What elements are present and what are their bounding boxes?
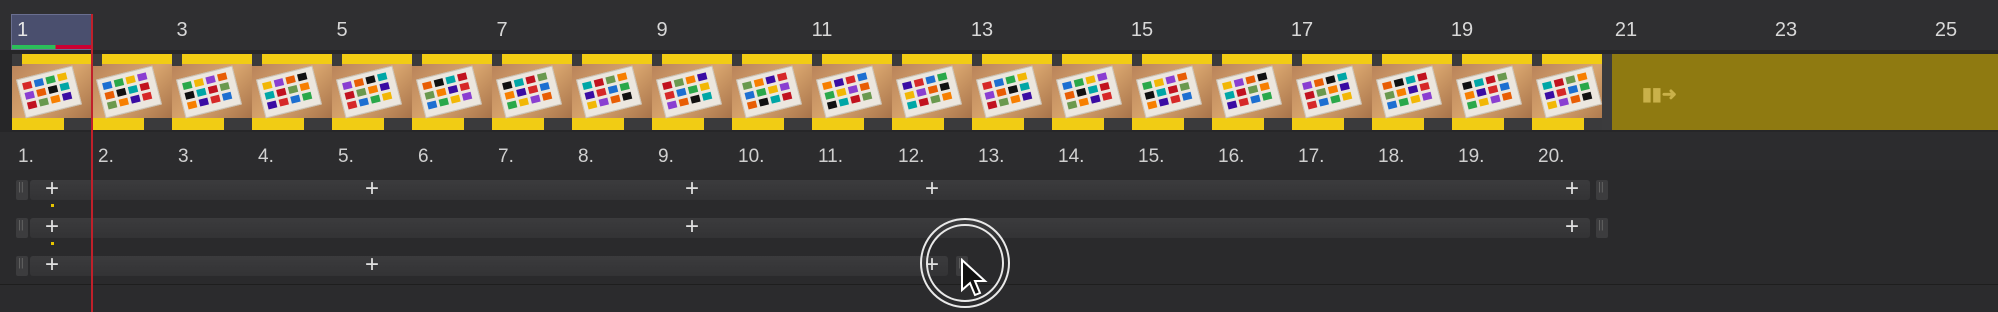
audio-clip-bar[interactable] [30, 180, 1590, 200]
track-start-handle[interactable] [16, 180, 28, 200]
clip-thumbnail[interactable] [1212, 54, 1292, 130]
clip-number-label: 18. [1378, 146, 1405, 167]
ruler-tick-5: 5 [336, 19, 348, 41]
ruler-tick-21: 21 [1614, 19, 1638, 41]
add-keyframe-icon[interactable]: + [685, 175, 699, 203]
clip-thumbnail[interactable] [92, 54, 172, 130]
mouse-cursor-icon [961, 258, 988, 297]
marker-dot [51, 242, 54, 245]
ruler-tick-23: 23 [1774, 19, 1798, 41]
clip-number-label: 15. [1138, 146, 1165, 167]
clip-thumbnail[interactable] [412, 54, 492, 130]
ruler-tick-13: 13 [970, 19, 994, 41]
clip-number-label: 17. [1298, 146, 1325, 167]
add-keyframe-icon[interactable]: + [45, 213, 59, 241]
ruler-tick-9: 9 [656, 19, 668, 41]
clip-thumbnail[interactable] [1532, 54, 1612, 130]
ruler-tick-11: 11 [811, 19, 833, 41]
playhead-line[interactable] [91, 14, 93, 312]
add-keyframe-icon[interactable]: + [1565, 175, 1579, 203]
clip-thumbnail[interactable] [12, 54, 92, 130]
clip-number-label: 8. [578, 146, 594, 167]
timeline-ruler[interactable]: 3 5 7 9 11 13 15 17 19 21 23 25 [0, 0, 1998, 51]
clip-number-label: 19. [1458, 146, 1485, 167]
clip-thumbnail[interactable] [252, 54, 332, 130]
ruler-tick-19: 19 [1450, 19, 1474, 41]
add-keyframe-icon[interactable]: + [365, 175, 379, 203]
add-keyframe-icon[interactable]: + [925, 175, 939, 203]
clip-thumbnail[interactable] [492, 54, 572, 130]
ruler-tick-17: 17 [1290, 19, 1314, 41]
track-start-handle[interactable] [16, 256, 28, 276]
clip-thumbnail[interactable] [172, 54, 252, 130]
audio-clip-bar[interactable] [30, 256, 948, 276]
clip-number-label: 3. [178, 146, 194, 167]
clip-thumbnail[interactable] [892, 54, 972, 130]
marker-dot [51, 204, 54, 207]
clip-number-label: 5. [338, 146, 354, 167]
clip-thumbnail[interactable] [1372, 54, 1452, 130]
empty-clip-placeholder[interactable]: ▮▮➜ [1612, 54, 1998, 130]
clip-thumbnail[interactable] [332, 54, 412, 130]
clip-end-handle[interactable] [1602, 54, 1612, 130]
clip-thumbnail[interactable] [1292, 54, 1372, 130]
clip-thumbnail[interactable] [972, 54, 1052, 130]
clip-number-label: 6. [418, 146, 434, 167]
clip-number-label: 12. [898, 146, 925, 167]
play-next-icon[interactable]: ▮▮➜ [1642, 84, 1677, 105]
clip-thumbnail[interactable] [572, 54, 652, 130]
clip-number-label: 16. [1218, 146, 1245, 167]
playhead-frame-label: 1 [17, 19, 29, 41]
ruler-tick-25: 25 [1934, 19, 1958, 41]
clip-thumbnail[interactable] [1132, 54, 1212, 130]
ruler-tick-3: 3 [176, 19, 188, 41]
clip-number-label: 20. [1538, 146, 1565, 167]
clip-number-label: 2. [98, 146, 114, 167]
ruler-tick-7: 7 [496, 19, 508, 41]
track-end-handle[interactable] [1596, 180, 1608, 200]
clip-number-label: 7. [498, 146, 514, 167]
add-keyframe-icon[interactable]: + [45, 175, 59, 203]
audio-track-1[interactable]: + + + + + [0, 170, 1998, 209]
clip-thumbnail[interactable] [812, 54, 892, 130]
playhead-indicator[interactable]: 1 [11, 14, 92, 50]
clip-number-label: 11. [818, 146, 844, 167]
add-keyframe-icon[interactable]: + [1565, 213, 1579, 241]
clip-number-label: 1. [18, 146, 34, 167]
clip-number-label: 4. [258, 146, 274, 167]
playhead-stripe [12, 45, 91, 49]
ruler-tick-15: 15 [1130, 19, 1154, 41]
clip-thumbnail[interactable] [1052, 54, 1132, 130]
clip-thumbnail[interactable] [1452, 54, 1532, 130]
add-keyframe-icon[interactable]: + [685, 213, 699, 241]
track-start-handle[interactable] [16, 218, 28, 238]
clip-number-label: 14. [1058, 146, 1085, 167]
clip-number-label: 9. [658, 146, 674, 167]
clip-thumbnail[interactable] [732, 54, 812, 130]
audio-clip-bar[interactable] [30, 218, 1590, 238]
clip-number-label: 10. [738, 146, 765, 167]
clip-thumbnail[interactable] [652, 54, 732, 130]
add-keyframe-icon[interactable]: + [365, 251, 379, 279]
track-end-handle[interactable] [1596, 218, 1608, 238]
add-keyframe-icon[interactable]: + [45, 251, 59, 279]
clip-number-label: 13. [978, 146, 1005, 167]
clip-number-row: 1. 2. 3. 4. 5. 6. 7. 8. 9. 10. 11. 12. 13. 14. 15. 16. 1… [0, 132, 1998, 171]
